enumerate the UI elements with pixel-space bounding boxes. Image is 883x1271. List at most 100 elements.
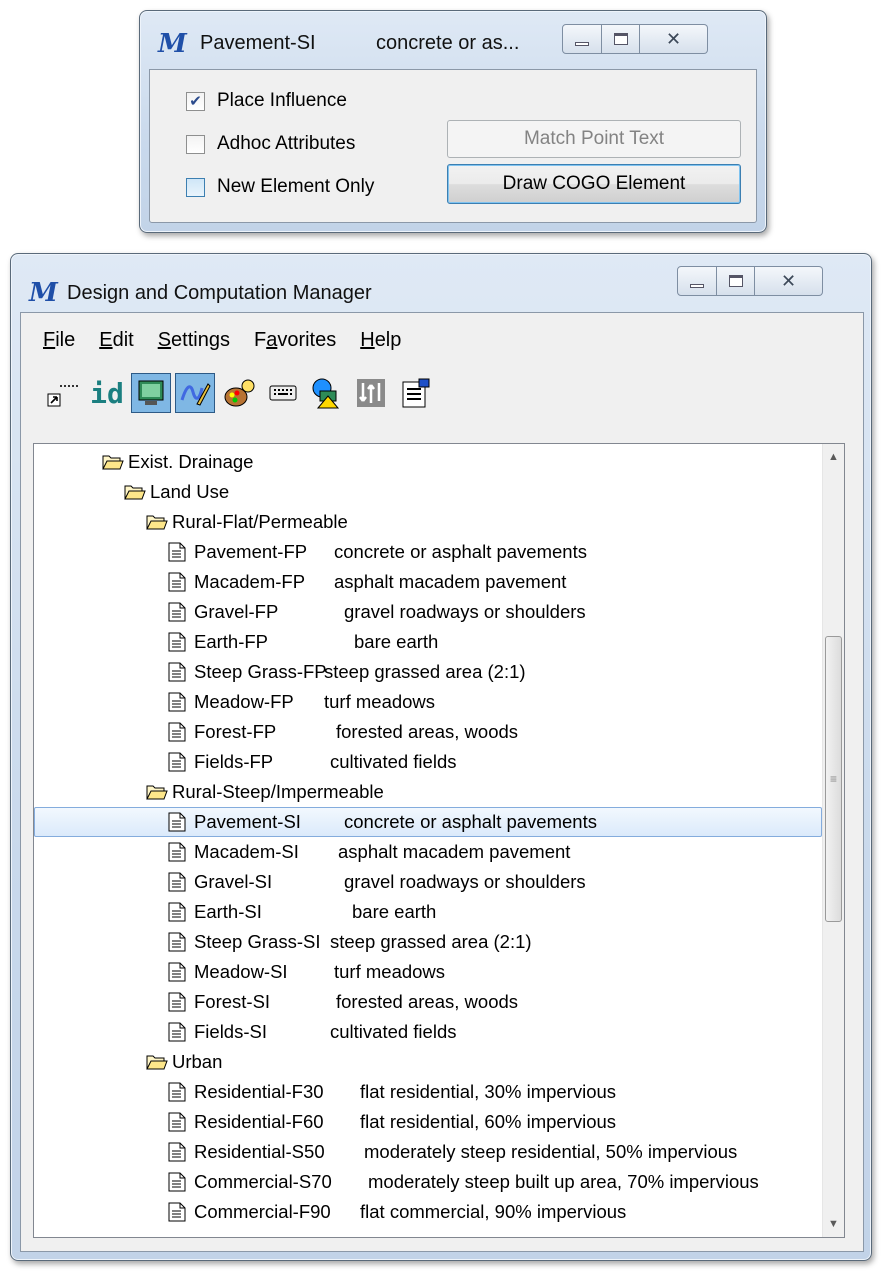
tree-folder[interactable]: Exist. Drainage	[34, 447, 822, 477]
dialog-icon[interactable]	[351, 373, 391, 413]
tree-item-label: Rural-Steep/Impermeable	[172, 781, 384, 802]
tree-item[interactable]: Pavement-FP concrete or asphalt pavements	[34, 537, 822, 567]
monitor-icon[interactable]	[131, 373, 171, 413]
tree-item[interactable]: Forest-FP forested areas, woods	[34, 717, 822, 747]
tree-item-label: Meadow-SI	[194, 961, 288, 982]
menu-file[interactable]: File	[43, 329, 75, 352]
maximize-button[interactable]	[602, 24, 640, 54]
document-icon	[168, 1022, 186, 1042]
tree-folder[interactable]: Land Use	[34, 477, 822, 507]
tree-item[interactable]: Gravel-SI gravel roadways or shoulders	[34, 867, 822, 897]
window-body: File Edit Settings Favorites Help id Exi…	[20, 312, 864, 1252]
tree-item-label: Macadem-FP	[194, 571, 306, 592]
document-icon	[168, 872, 186, 892]
tree-item-label: Pavement-FP	[194, 541, 308, 562]
keyboard-icon[interactable]	[263, 373, 303, 413]
tree-item-description: forested areas, woods	[336, 721, 519, 742]
tree-item-label: Commercial-F90	[194, 1201, 331, 1222]
document-icon	[168, 1082, 186, 1102]
tree-item[interactable]: Commercial-S70 moderately steep built up …	[34, 1167, 822, 1197]
scroll-down-arrow-icon[interactable]: ▼	[823, 1213, 844, 1235]
checkbox-box	[186, 134, 205, 154]
tree-item-label: Steep Grass-FP	[194, 661, 327, 682]
tree-item-description: gravel roadways or shoulders	[344, 871, 586, 892]
tree-item-label: Pavement-SI	[194, 811, 301, 832]
minimize-button[interactable]	[562, 24, 602, 54]
document-icon	[168, 962, 186, 982]
title-bar[interactable]: M Design and Computation Manager ✕	[11, 254, 871, 312]
document-icon	[168, 572, 186, 592]
title-bar[interactable]: M Pavement-SI concrete or as... ✕	[140, 11, 766, 69]
tree-item[interactable]: Residential-F30 flat residential, 30% imp…	[34, 1077, 822, 1107]
draw-mode-icon[interactable]	[175, 373, 215, 413]
tree-item[interactable]: Gravel-FP gravel roadways or shoulders	[34, 597, 822, 627]
new-element-only-checkbox[interactable]: New Element Only	[186, 176, 374, 198]
tree-item-label: Fields-FP	[194, 751, 274, 772]
tree-folder[interactable]: Urban	[34, 1047, 822, 1077]
menu-favorites[interactable]: Favorites	[254, 329, 336, 352]
ruler-shortcut-icon[interactable]	[43, 373, 83, 413]
tree-item[interactable]: Commercial-F90 flat commercial, 90% imper…	[34, 1197, 822, 1227]
folder-open-icon	[146, 784, 168, 800]
id-icon[interactable]: id	[87, 373, 127, 413]
tree-item-label: Urban	[172, 1051, 223, 1072]
palette-icon[interactable]	[219, 373, 259, 413]
tree-item[interactable]: Residential-S50 moderately steep resident…	[34, 1137, 822, 1167]
tree-item[interactable]: Steep Grass-FP steep grassed area (2:1)	[34, 657, 822, 687]
tree-item[interactable]: Macadem-SI asphalt macadem pavement	[34, 837, 822, 867]
maximize-icon	[613, 33, 628, 45]
tree-item[interactable]: Meadow-FP turf meadows	[34, 687, 822, 717]
maximize-button[interactable]	[717, 266, 755, 296]
tree-view[interactable]: Exist. Drainage Land Use Rural-Flat/Permea…	[33, 443, 845, 1238]
properties-icon[interactable]	[395, 373, 435, 413]
tree-folder[interactable]: Rural-Flat/Permeable	[34, 507, 822, 537]
pavement-si-window: M Pavement-SI concrete or as... ✕ ✔ Plac…	[139, 10, 767, 233]
close-button[interactable]: ✕	[640, 24, 708, 54]
menu-settings[interactable]: Settings	[158, 329, 230, 352]
tree-item[interactable]: Fields-FP cultivated fields	[34, 747, 822, 777]
design-computation-manager-window: M Design and Computation Manager ✕ File …	[10, 253, 872, 1261]
place-influence-checkbox[interactable]: ✔ Place Influence	[186, 90, 347, 112]
close-button[interactable]: ✕	[755, 266, 823, 296]
tree-item-label: Residential-F60	[194, 1111, 324, 1132]
minimize-icon	[575, 42, 589, 46]
tree-item[interactable]: Meadow-SI turf meadows	[34, 957, 822, 987]
document-icon	[168, 752, 186, 772]
tree-folder[interactable]: Rural-Steep/Impermeable	[34, 777, 822, 807]
tree-item[interactable]: Forest-SI forested areas, woods	[34, 987, 822, 1017]
document-icon	[168, 692, 186, 712]
checkbox-box	[186, 177, 205, 197]
tree-item[interactable]: Earth-FP bare earth	[34, 627, 822, 657]
draw-cogo-element-button[interactable]: Draw COGO Element	[447, 164, 741, 204]
menu-help[interactable]: Help	[360, 329, 401, 352]
tree-item-label: Land Use	[150, 481, 230, 502]
scroll-thumb[interactable]: ≡	[825, 636, 842, 922]
adhoc-attributes-checkbox[interactable]: Adhoc Attributes	[186, 133, 355, 155]
scroll-up-arrow-icon[interactable]: ▲	[823, 446, 844, 468]
tree-item-description: asphalt macadem pavement	[338, 841, 571, 862]
tree-item[interactable]: Pavement-SI concrete or asphalt pavements	[34, 807, 822, 837]
shapes-icon[interactable]	[307, 373, 347, 413]
new-element-only-label: New Element Only	[217, 176, 375, 197]
tree-item-description: concrete or asphalt pavements	[334, 541, 587, 562]
close-icon: ✕	[665, 28, 682, 50]
folder-open-icon	[146, 514, 168, 530]
document-icon	[168, 932, 186, 952]
menu-edit[interactable]: Edit	[99, 329, 133, 352]
tree-item-label: Meadow-FP	[194, 691, 294, 712]
folder-open-icon	[102, 454, 124, 470]
dialog-body: ✔ Place Influence Adhoc Attributes New E…	[149, 69, 757, 223]
tree-item[interactable]: Steep Grass-SI steep grassed area (2:1)	[34, 927, 822, 957]
tree-item[interactable]: Earth-SI bare earth	[34, 897, 822, 927]
document-icon	[168, 662, 186, 682]
tree-item[interactable]: Residential-F60 flat residential, 60% imp…	[34, 1107, 822, 1137]
tree-item-label: Commercial-S70	[194, 1171, 332, 1192]
document-icon	[168, 542, 186, 562]
minimize-button[interactable]	[677, 266, 717, 296]
tree-item[interactable]: Fields-SI cultivated fields	[34, 1017, 822, 1047]
tree-item[interactable]: Macadem-FP asphalt macadem pavement	[34, 567, 822, 597]
vertical-scrollbar[interactable]: ▲ ≡ ▼	[822, 444, 844, 1237]
tree-item-description: gravel roadways or shoulders	[344, 601, 586, 622]
match-point-text-button[interactable]: Match Point Text	[447, 120, 741, 158]
tree-item-description: moderately steep built up area, 70% impe…	[368, 1171, 759, 1192]
